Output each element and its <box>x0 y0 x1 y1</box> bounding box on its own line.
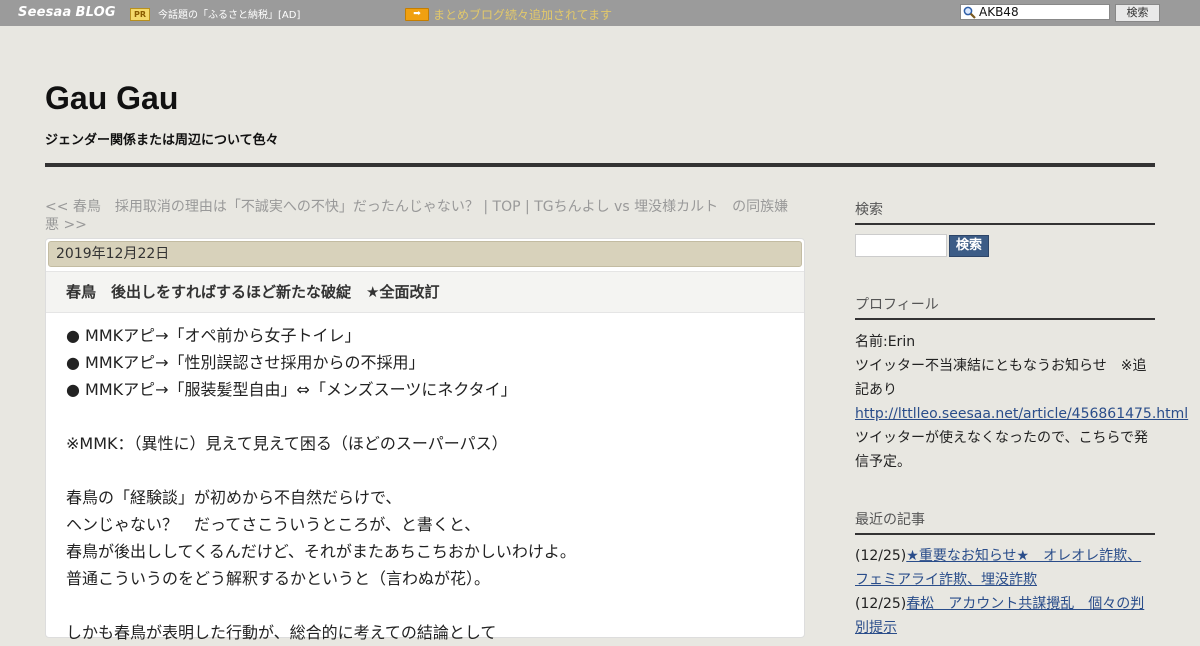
sidebar-search-button[interactable]: 検索 <box>949 235 989 257</box>
profile-notice: ツイッター不当凍結にともなうお知らせ ※追記あり <box>855 358 1147 398</box>
news-link[interactable]: まとめブログ続々追加されてます <box>433 6 612 23</box>
article-card: 2019年12月22日 春鳥 後出しをすればするほど新たな破綻 ★全面改訂 ● … <box>45 238 805 642</box>
article-title-bar: 春鳥 後出しをすればするほど新たな破綻 ★全面改訂 <box>46 271 804 313</box>
pager-separator: | <box>520 199 535 215</box>
profile-name: 名前:Erin <box>855 334 916 350</box>
prev-article-link[interactable]: << 春鳥 採用取消の理由は「不誠実への不快」だったんじゃない？ <box>45 199 479 215</box>
recent-post-date: (12/25) <box>855 548 907 564</box>
article-line: ● MMKアピ→「オペ前から女子トイレ」 <box>66 326 361 345</box>
article-line: ● MMKアピ→「性別誤認させ採用からの不採用」 <box>66 353 425 372</box>
article-title[interactable]: 春鳥 後出しをすればするほど新たな破綻 ★全面改訂 <box>66 281 439 302</box>
sidebar-profile-heading: プロフィール <box>855 294 1155 320</box>
sidebar-recent-heading: 最近の記事 <box>855 509 1155 535</box>
article-line: 普通こういうのをどう解釈するかというと（言わぬが花）。 <box>66 569 491 588</box>
sidebar-search-heading: 検索 <box>855 199 1155 225</box>
top-search-box <box>960 4 1110 20</box>
article-line <box>66 403 791 430</box>
blog-title[interactable]: Gau Gau <box>45 80 178 117</box>
header-divider <box>45 163 1155 167</box>
top-search-button[interactable]: 検索 <box>1115 4 1160 22</box>
top-link[interactable]: TOP <box>493 199 521 215</box>
search-icon <box>963 6 977 20</box>
recent-posts-list: (12/25)★重要なお知らせ★ オレオレ詐欺、フェミアライ詐欺、埋没詐欺 (1… <box>855 544 1155 640</box>
seesaa-top-bar: Seesaa BLOG PR 今話題の「ふるさと納税」[AD] ➡ まとめブログ続… <box>0 0 1200 26</box>
recent-post-date: (12/25) <box>855 596 907 612</box>
profile-section: 名前:Erin ツイッター不当凍結にともなうお知らせ ※追記あり http://… <box>855 330 1188 474</box>
list-item: (12/25)春松 アカウント共謀攪乱 個々の判別提示 <box>855 592 1155 640</box>
article-line: しかも春鳥が表明した行動が、総合的に考えての結論として <box>66 623 497 642</box>
logo-blog-text: BLOG <box>75 5 116 20</box>
pr-ad-link[interactable]: 今話題の「ふるさと納税」[AD] <box>158 6 300 21</box>
article-line: ● MMKアピ→「服装髪型自由」⇔「メンズスーツにネクタイ」 <box>66 380 517 399</box>
blog-description: ジェンダー関係または周辺について色々 <box>45 133 279 148</box>
article-line: 春鳥の「経験談」が初めから不自然だらけで、 <box>66 488 402 507</box>
article-line <box>66 457 791 484</box>
seesaa-blog-logo[interactable]: Seesaa BLOG <box>18 5 116 20</box>
article-date: 2019年12月22日 <box>48 241 802 267</box>
list-item: (12/25)★重要なお知らせ★ オレオレ詐欺、フェミアライ詐欺、埋没詐欺 <box>855 544 1155 592</box>
pr-badge: PR <box>130 8 151 21</box>
top-search-input[interactable] <box>979 5 1107 19</box>
pager-separator: | <box>478 199 493 215</box>
article-line: ※MMK：（異性に）見えて見えて困る（ほどのスーパーパス） <box>66 434 508 453</box>
arrow-right-icon: ➡ <box>405 8 429 21</box>
profile-note: ツイッターが使えなくなったので、こちらで発信予定。 <box>855 430 1149 470</box>
article-line: ヘンじゃない？ だってさこういうところが、と書くと、 <box>66 515 481 534</box>
sidebar-search-input[interactable] <box>855 234 947 257</box>
article-line <box>66 592 791 619</box>
logo-seesaa-text: Seesaa <box>18 5 72 20</box>
article-pager: << 春鳥 採用取消の理由は「不誠実への不快」だったんじゃない？ | TOP |… <box>45 198 800 234</box>
article-body: ● MMKアピ→「オペ前から女子トイレ」 ● MMKアピ→「性別誤認させ採用から… <box>66 322 791 646</box>
profile-link[interactable]: http://lttlleo.seesaa.net/article/456861… <box>855 406 1188 422</box>
article-line: 春鳥が後出ししてくるんだけど、それがまたあちこちおかしいわけよ。 <box>66 542 576 561</box>
